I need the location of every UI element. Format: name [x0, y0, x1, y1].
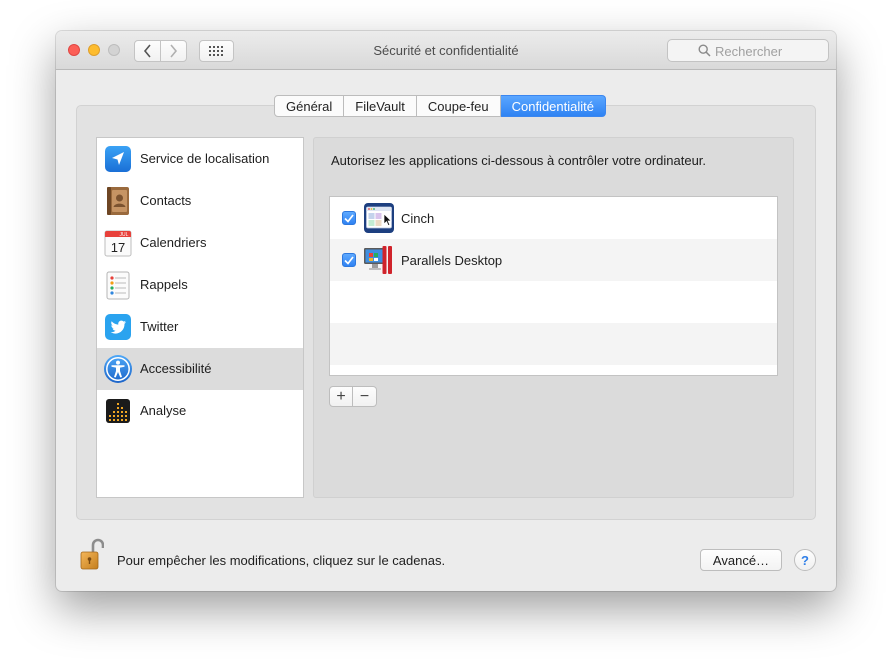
search-icon	[698, 44, 711, 57]
sidebar-item-label: Twitter	[140, 319, 179, 334]
analytics-grid-icon	[106, 399, 130, 423]
tab-privacy[interactable]: Confidentialité	[500, 95, 606, 117]
sidebar-item-label: Calendriers	[140, 235, 207, 250]
sidebar-item-location[interactable]: Service de localisation	[97, 138, 303, 180]
forward-button[interactable]	[160, 40, 187, 62]
calendar-icon: JUL 17	[104, 230, 132, 257]
panel-description: Autorisez les applications ci-dessous à …	[331, 153, 707, 168]
sidebar-item-label: Accessibilité	[140, 361, 212, 376]
accessibility-icon	[104, 355, 132, 383]
reminders-list-icon	[106, 271, 130, 300]
cinch-app-icon	[364, 203, 394, 233]
calendar-month-label: JUL	[120, 232, 129, 238]
window-title: Sécurité et confidentialité	[373, 43, 519, 58]
checkmark-icon	[344, 213, 354, 223]
search-field[interactable]: Rechercher	[667, 39, 829, 62]
back-button[interactable]	[134, 40, 161, 62]
allowed-apps-list: Cinch Parallels Desktop	[329, 196, 778, 376]
sidebar-item-twitter[interactable]: Twitter	[97, 306, 303, 348]
contacts-book-icon	[107, 187, 129, 215]
location-arrow-icon	[105, 146, 131, 172]
add-remove-control: + −	[329, 386, 377, 407]
empty-row	[330, 281, 777, 323]
chevron-left-icon	[143, 44, 151, 58]
preferences-window: Sécurité et confidentialité Rechercher G…	[56, 31, 836, 591]
grid-icon	[208, 46, 223, 56]
sidebar-item-label: Contacts	[140, 193, 192, 208]
app-name: Cinch	[401, 211, 435, 226]
app-row-parallels-desktop[interactable]: Parallels Desktop	[330, 239, 777, 281]
parallels-desktop-icon	[364, 246, 392, 274]
sidebar-item-label: Analyse	[140, 403, 187, 418]
privacy-category-list: Service de localisation Contacts JUL 17 …	[96, 137, 304, 498]
sidebar-item-label: Service de localisation	[140, 151, 270, 166]
title-bar: Sécurité et confidentialité Rechercher	[56, 31, 836, 70]
twitter-bird-icon	[105, 314, 131, 340]
calendar-day-label: 17	[111, 240, 125, 255]
tab-bar: Général FileVault Coupe-feu Confidential…	[274, 95, 606, 117]
chevron-right-icon	[170, 44, 178, 58]
close-window-button[interactable]	[68, 44, 80, 56]
sidebar-item-reminders[interactable]: Rappels	[97, 264, 303, 306]
app-row-cinch[interactable]: Cinch	[330, 197, 777, 239]
show-all-button[interactable]	[199, 40, 234, 62]
zoom-window-button[interactable]	[108, 44, 120, 56]
add-app-button[interactable]: +	[329, 386, 353, 407]
lock-open-icon[interactable]	[80, 537, 104, 571]
parallels-desktop-checkbox[interactable]	[342, 253, 356, 267]
cinch-checkbox[interactable]	[342, 211, 356, 225]
sidebar-item-accessibility[interactable]: Accessibilité	[97, 348, 303, 390]
remove-app-button[interactable]: −	[353, 386, 377, 407]
help-button[interactable]: ?	[794, 549, 816, 571]
sidebar-item-contacts[interactable]: Contacts	[97, 180, 303, 222]
accessibility-panel: Autorisez les applications ci-dessous à …	[313, 137, 794, 498]
sidebar-item-calendars[interactable]: JUL 17 Calendriers	[97, 222, 303, 264]
sidebar-item-label: Rappels	[140, 277, 188, 292]
app-name: Parallels Desktop	[401, 253, 503, 268]
lock-instruction-text: Pour empêcher les modifications, cliquez…	[117, 553, 446, 568]
advanced-button[interactable]: Avancé…	[700, 549, 782, 571]
sidebar-item-analytics[interactable]: Analyse	[97, 390, 303, 432]
empty-row	[330, 323, 777, 365]
checkmark-icon	[344, 255, 354, 265]
tab-firewall[interactable]: Coupe-feu	[416, 95, 501, 117]
search-placeholder: Rechercher	[715, 44, 783, 59]
minimize-window-button[interactable]	[88, 44, 100, 56]
tab-general[interactable]: Général	[274, 95, 345, 117]
tab-filevault[interactable]: FileVault	[344, 95, 417, 117]
